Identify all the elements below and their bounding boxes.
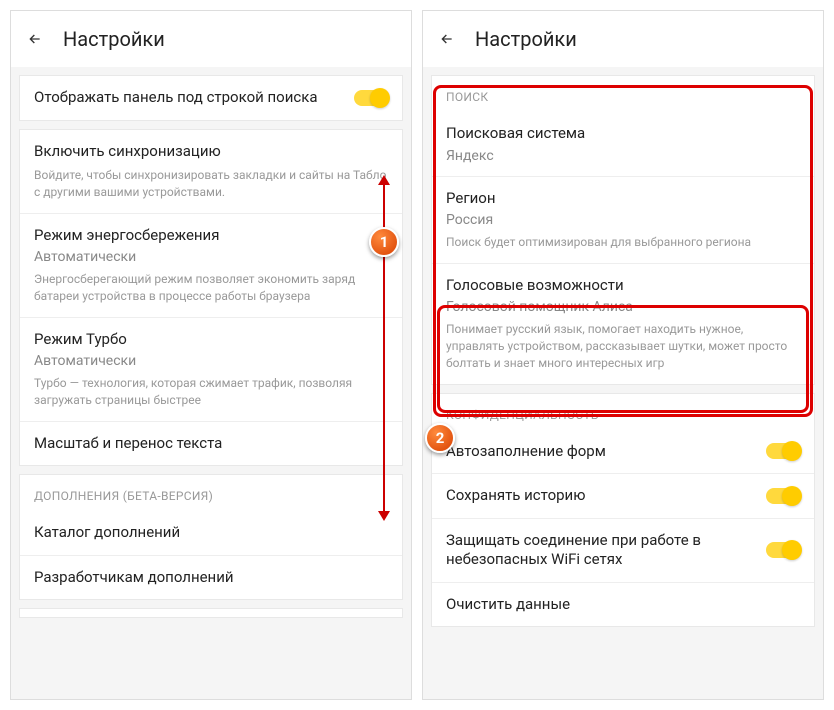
back-icon[interactable]	[27, 31, 43, 47]
step-marker-1: 1	[369, 227, 399, 257]
header: Настройки	[11, 11, 411, 67]
desc: Турбо — технология, которая сжимает траф…	[34, 375, 388, 409]
label: Разработчикам дополнений	[34, 568, 388, 588]
label: Автозаполнение форм	[446, 442, 766, 462]
row-show-panel[interactable]: Отображать панель под строкой поиска	[20, 76, 402, 120]
page-title: Настройки	[475, 27, 577, 51]
desc: Поиск будет оптимизирован для выбранного…	[446, 234, 800, 251]
row-wifi-protect[interactable]: Защищать соединение при работе в небезоп…	[432, 519, 814, 583]
desc: Войдите, чтобы синхронизировать закладки…	[34, 167, 388, 201]
toggle-icon[interactable]	[766, 443, 800, 459]
label: Режим Турбо	[34, 330, 388, 350]
row-history[interactable]: Сохранять историю	[432, 474, 814, 519]
content: ПОИСК Поисковая система Яндекс Регион Ро…	[423, 67, 823, 699]
row-region[interactable]: Регион Россия Поиск будет оптимизирован …	[432, 177, 814, 264]
step-marker-2: 2	[425, 423, 455, 453]
label: Защищать соединение при работе в небезоп…	[446, 531, 766, 570]
value: Голосовой помощник Алиса	[446, 299, 800, 315]
page-title: Настройки	[63, 27, 165, 51]
label: Сохранять историю	[446, 486, 766, 506]
section-search: ПОИСК	[432, 76, 814, 112]
row-scale[interactable]: Масштаб и перенос текста	[20, 422, 402, 466]
section-privacy: КОНФИДЕНЦИАЛЬНОСТЬ	[432, 394, 814, 430]
toggle-icon[interactable]	[354, 90, 388, 106]
row-turbo[interactable]: Режим Турбо Автоматически Турбо — технол…	[20, 318, 402, 422]
row-clear-data[interactable]: Очистить данные	[432, 583, 814, 627]
screen-right: Настройки ПОИСК Поисковая система Яндекс…	[422, 10, 824, 700]
section-addons: ДОПОЛНЕНИЯ (БЕТА-ВЕРСИЯ)	[20, 475, 402, 511]
label: Поисковая система	[446, 124, 800, 144]
toggle-icon[interactable]	[766, 542, 800, 558]
label: Масштаб и перенос текста	[34, 434, 388, 454]
back-icon[interactable]	[439, 31, 455, 47]
label: Отображать панель под строкой поиска	[34, 88, 354, 108]
row-catalog[interactable]: Каталог дополнений	[20, 511, 402, 556]
row-developers[interactable]: Разработчикам дополнений	[20, 556, 402, 600]
toggle-icon[interactable]	[766, 488, 800, 504]
value: Автоматически	[34, 353, 388, 369]
content: Отображать панель под строкой поиска Вкл…	[11, 67, 411, 699]
row-search-engine[interactable]: Поисковая система Яндекс	[432, 112, 814, 177]
desc: Энергосберегающий режим позволяет эконом…	[34, 271, 388, 305]
label: Регион	[446, 189, 800, 209]
header: Настройки	[423, 11, 823, 67]
screen-left: Настройки Отображать панель под строкой …	[10, 10, 412, 700]
desc: Понимает русский язык, помогает находить…	[446, 321, 800, 371]
label: Каталог дополнений	[34, 523, 388, 543]
value: Яндекс	[446, 148, 800, 164]
row-voice[interactable]: Голосовые возможности Голосовой помощник…	[432, 264, 814, 384]
label: Режим энергосбережения	[34, 226, 388, 246]
row-autofill[interactable]: Автозаполнение форм	[432, 430, 814, 475]
label: Голосовые возможности	[446, 276, 800, 296]
label: Включить синхронизацию	[34, 142, 388, 162]
value: Автоматически	[34, 249, 388, 265]
row-sync[interactable]: Включить синхронизацию Войдите, чтобы си…	[20, 130, 402, 214]
label: Очистить данные	[446, 595, 800, 615]
value: Россия	[446, 212, 800, 228]
row-power[interactable]: Режим энергосбережения Автоматически Эне…	[20, 214, 402, 318]
